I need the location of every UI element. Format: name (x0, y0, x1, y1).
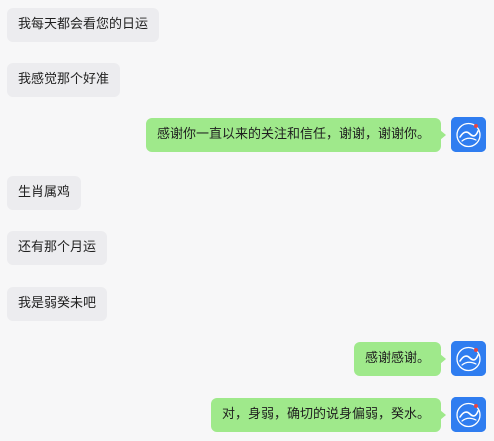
sender-avatar[interactable] (451, 397, 486, 432)
message-text: 我是弱癸未吧 (18, 296, 97, 311)
message-row: 我是弱癸未吧 (0, 285, 494, 325)
message-text: 我每天都会看您的日运 (18, 17, 149, 32)
message-text: 感谢感谢。 (364, 351, 430, 366)
outgoing-message-bubble[interactable]: 感谢你一直以来的关注和信任，谢谢，谢谢你。 (145, 118, 447, 152)
chat-message-list: 我每天都会看您的日运 我感觉那个好准 感谢你一直以来的关注和信任，谢谢，谢谢你。… (0, 0, 494, 441)
incoming-message-bubble[interactable]: 我每天都会看您的日运 (7, 8, 160, 42)
message-text: 我感觉那个好准 (18, 72, 110, 87)
outgoing-message-bubble[interactable]: 感谢感谢。 (353, 342, 447, 376)
sender-avatar[interactable] (451, 117, 486, 152)
message-row: 生肖属鸡 (0, 174, 494, 214)
message-text: 生肖属鸡 (18, 185, 71, 200)
message-row: 我感觉那个好准 (0, 61, 494, 101)
message-row: 还有那个月运 (0, 229, 494, 269)
fortune-brand-avatar-icon (451, 397, 486, 432)
incoming-message-bubble[interactable]: 我感觉那个好准 (7, 63, 121, 97)
sender-avatar[interactable] (451, 341, 486, 376)
message-row: 感谢你一直以来的关注和信任，谢谢，谢谢你。 (0, 116, 494, 156)
incoming-message-bubble[interactable]: 生肖属鸡 (7, 176, 82, 210)
fortune-brand-avatar-icon (451, 341, 486, 376)
message-text: 对，身弱，确切的说身偏弱，癸水。 (221, 407, 430, 422)
incoming-message-bubble[interactable]: 我是弱癸未吧 (7, 287, 108, 321)
outgoing-message-bubble[interactable]: 对，身弱，确切的说身偏弱，癸水。 (210, 398, 447, 432)
message-row: 感谢感谢。 (0, 340, 494, 380)
message-row: 对，身弱，确切的说身偏弱，癸水。 (0, 396, 494, 436)
message-text: 感谢你一直以来的关注和信任，谢谢，谢谢你。 (156, 127, 430, 142)
message-row: 我每天都会看您的日运 (0, 6, 494, 46)
fortune-brand-avatar-icon (451, 117, 486, 152)
incoming-message-bubble[interactable]: 还有那个月运 (7, 231, 108, 265)
message-text: 还有那个月运 (18, 240, 97, 255)
